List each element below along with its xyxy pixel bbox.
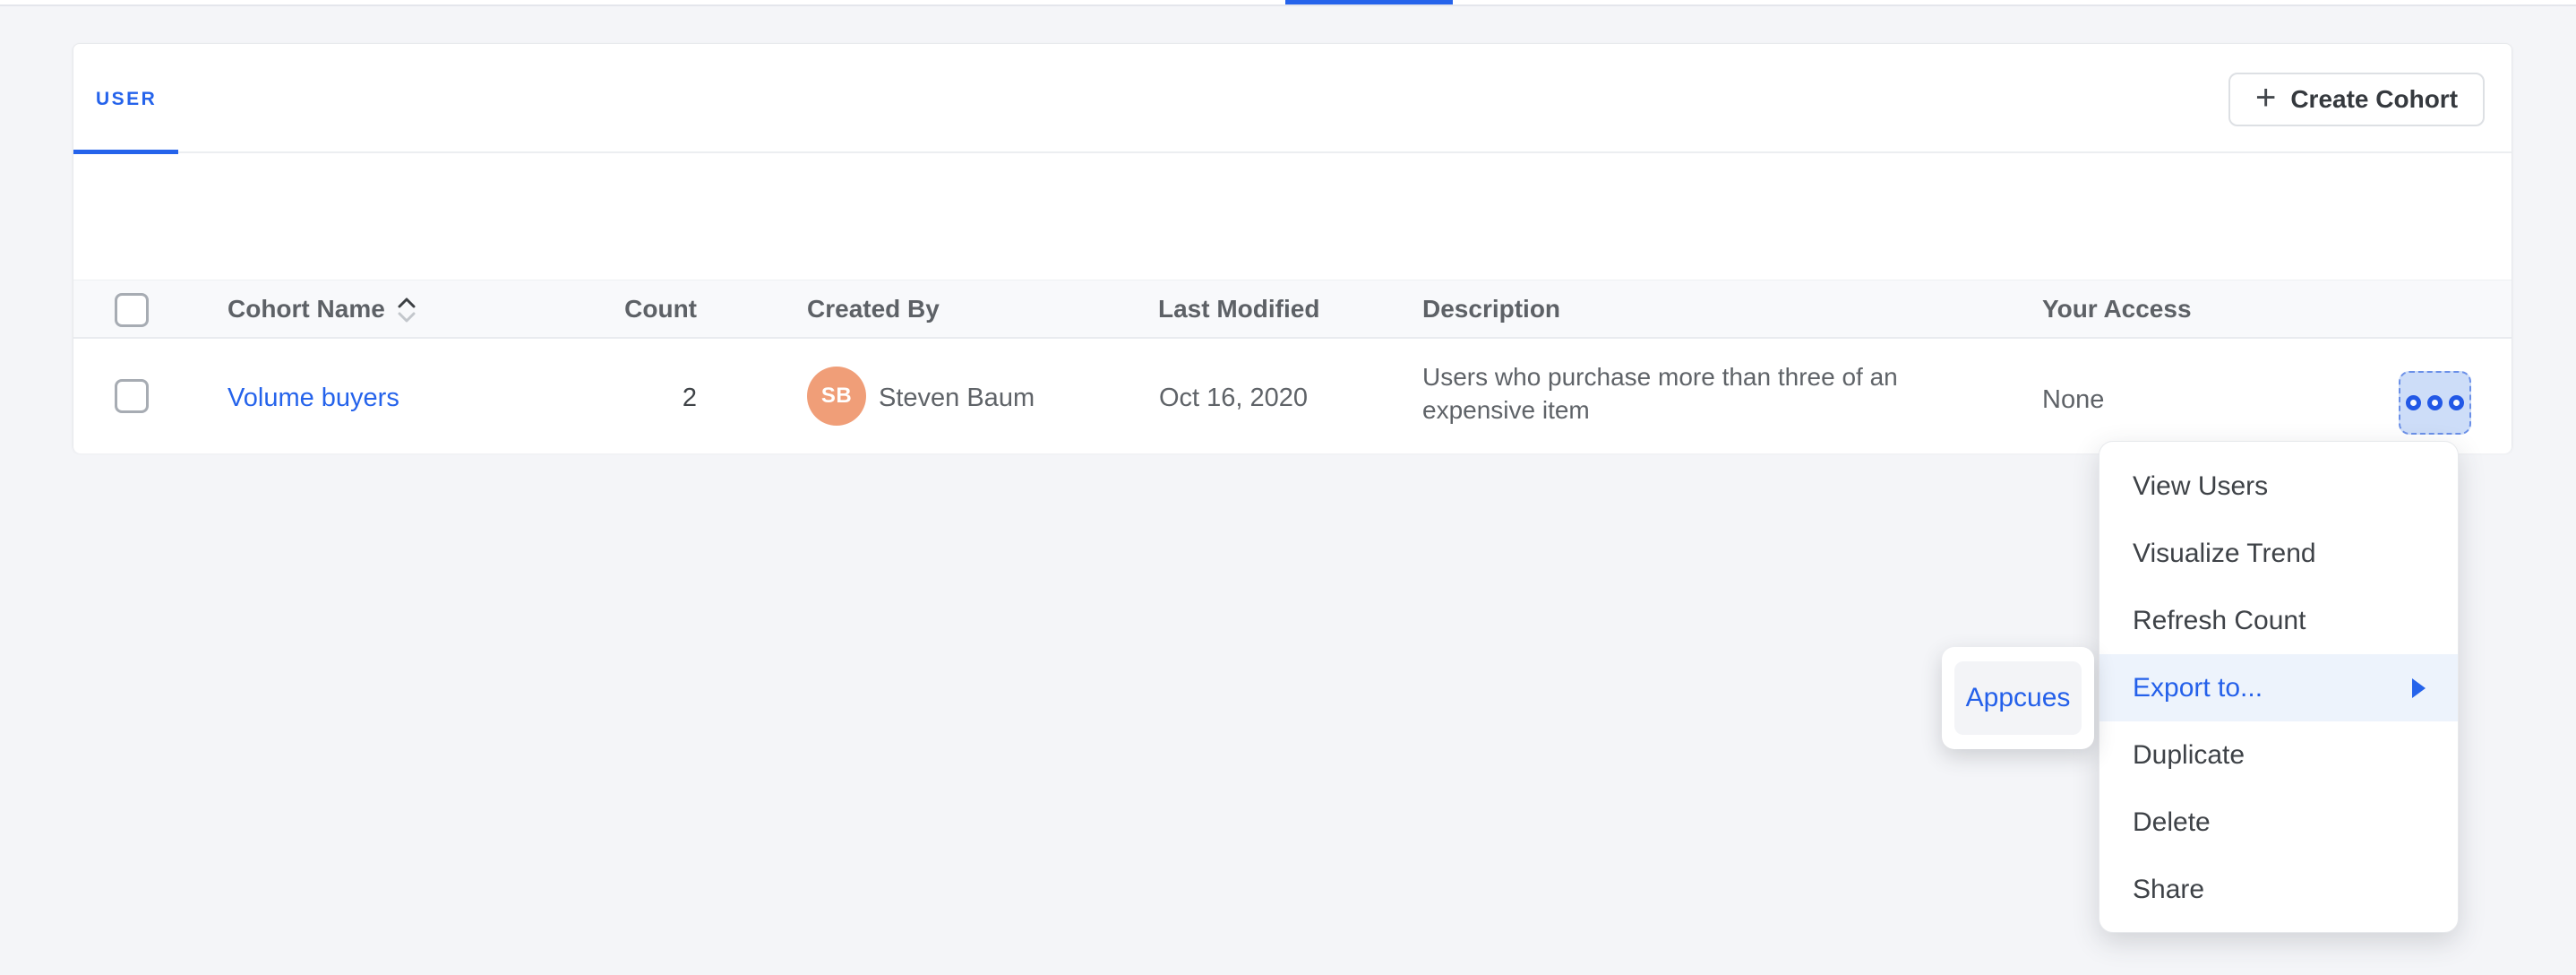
- submenu-item-appcues[interactable]: Appcues: [1954, 661, 2082, 735]
- cohorts-panel: USER + Create Cohort 1 Results Filter by…: [73, 43, 2512, 453]
- avatar: SB: [807, 367, 866, 426]
- tab-user-label: USER: [96, 89, 157, 110]
- row-checkbox[interactable]: [115, 379, 149, 413]
- sort-icon: [396, 295, 417, 325]
- cohort-name-link[interactable]: Volume buyers: [228, 384, 399, 413]
- dots-icon: [2427, 395, 2443, 410]
- row-actions-button[interactable]: [2399, 371, 2471, 435]
- filter-row: 1 Results Filter by Created By Anyone Al…: [73, 153, 2512, 280]
- column-header-last-modified: Last Modified: [1158, 295, 1319, 324]
- menu-item-export-to[interactable]: Export to...: [2099, 654, 2458, 721]
- dots-icon: [2449, 395, 2464, 410]
- menu-item-duplicate[interactable]: Duplicate: [2099, 721, 2458, 789]
- menu-item-delete[interactable]: Delete: [2099, 789, 2458, 856]
- column-header-created-by: Created By: [807, 295, 940, 324]
- cohort-name-header-label: Cohort Name: [228, 295, 385, 324]
- table-header: Cohort Name Count Created By Last Modifi…: [73, 280, 2512, 339]
- table-row: Volume buyers 2 SB Steven Baum Oct 16, 2…: [73, 339, 2512, 453]
- column-header-cohort-name[interactable]: Cohort Name: [228, 293, 417, 325]
- last-modified-value: Oct 16, 2020: [1159, 384, 1308, 413]
- dots-icon: [2406, 395, 2421, 410]
- tab-bar: USER + Create Cohort: [73, 44, 2512, 153]
- menu-item-visualize-trend[interactable]: Visualize Trend: [2099, 520, 2458, 587]
- plus-icon: +: [2255, 80, 2276, 116]
- submenu-arrow-icon: [2412, 678, 2426, 698]
- top-divider: [0, 4, 2576, 6]
- menu-item-export-label: Export to...: [2133, 673, 2263, 703]
- select-all-checkbox[interactable]: [115, 293, 149, 327]
- create-cohort-label: Create Cohort: [2290, 85, 2458, 114]
- column-header-description: Description: [1422, 295, 1560, 324]
- menu-item-share[interactable]: Share: [2099, 856, 2458, 923]
- count-value: 2: [575, 384, 697, 413]
- description-value: Users who purchase more than three of an…: [1422, 360, 1942, 427]
- menu-item-view-users[interactable]: View Users: [2099, 453, 2458, 520]
- row-actions-menu: View Users Visualize Trend Refresh Count…: [2099, 441, 2459, 933]
- column-header-your-access: Your Access: [2042, 295, 2192, 324]
- create-cohort-button[interactable]: + Create Cohort: [2228, 73, 2485, 126]
- export-submenu: Appcues: [1942, 647, 2094, 749]
- your-access-value: None: [2042, 385, 2104, 415]
- menu-item-refresh-count[interactable]: Refresh Count: [2099, 587, 2458, 654]
- column-header-count: Count: [575, 295, 697, 324]
- avatar-initials: SB: [821, 384, 852, 409]
- created-by-name: Steven Baum: [879, 384, 1035, 413]
